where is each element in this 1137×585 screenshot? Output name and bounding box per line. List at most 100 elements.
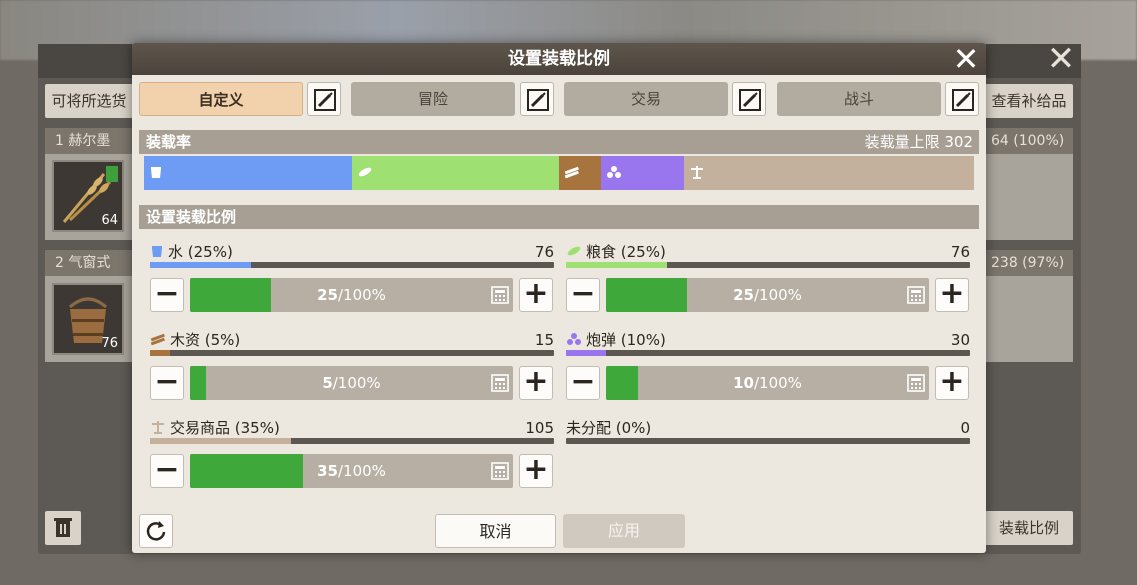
decrease-button-trade[interactable]: − [150, 454, 184, 488]
calculator-icon [907, 286, 925, 304]
calculator-button[interactable] [907, 286, 925, 308]
edit-icon [952, 89, 974, 111]
increase-button-wood[interactable]: + [519, 366, 553, 400]
bucket-icon [152, 246, 162, 257]
bucket-icon [150, 243, 164, 263]
resource-amount-trade: 105 [525, 419, 554, 437]
resource-bar-trade [150, 438, 554, 444]
background-slot-count: 64 [101, 213, 118, 228]
scale-icon [690, 166, 703, 179]
resource-label-food: 粮食 (25%) [566, 242, 866, 262]
resource-amount-wood: 15 [534, 331, 554, 349]
cannonball-icon [606, 166, 621, 178]
calculator-icon [491, 286, 509, 304]
ratio-section-header: 设置装载比例 [139, 205, 979, 229]
close-icon[interactable]: ✕ [950, 43, 982, 75]
ratio-stepper-trade[interactable]: 35/100% [190, 454, 513, 488]
resource-name: 木资 (5%) [170, 331, 241, 349]
resource-bar-fill [150, 350, 171, 356]
calculator-icon [907, 374, 925, 392]
load-rate-header: 装载率 装载量上限 302 [139, 130, 979, 154]
unallocated-bar [566, 438, 970, 444]
increase-button-water[interactable]: + [519, 278, 553, 312]
reset-button[interactable] [139, 514, 173, 548]
decrease-button-food[interactable]: − [566, 278, 600, 312]
resource-name: 水 (25%) [168, 243, 233, 261]
decrease-button-wood[interactable]: − [150, 366, 184, 400]
edit-icon [739, 89, 761, 111]
apply-button[interactable]: 应用 [563, 514, 685, 548]
background-view-supplies-button: 查看补给品 [985, 84, 1073, 118]
increase-button-trade[interactable]: + [519, 454, 553, 488]
calculator-button[interactable] [491, 286, 509, 308]
edit-adventure-button[interactable] [520, 82, 554, 116]
unallocated-label: 未分配 (0%) [566, 419, 652, 437]
background-close-icon: ✕ [1046, 39, 1076, 79]
stepper-value: 5/100% [322, 374, 381, 392]
background-trash-button [45, 511, 81, 545]
calculator-icon [491, 374, 509, 392]
ratio-stepper-food[interactable]: 25/100% [606, 278, 929, 312]
increase-button-cannonball[interactable]: + [935, 366, 969, 400]
background-wheat-slot: 64 [52, 160, 124, 232]
preset-custom-tab[interactable]: 自定义 [139, 82, 303, 116]
ratio-stepper-wood[interactable]: 5/100% [190, 366, 513, 400]
resource-bar-cannonball [566, 350, 970, 356]
background-row-1-value: 64 (100%) [985, 128, 1073, 154]
wood-icon [150, 333, 165, 346]
resource-bar-water [150, 262, 554, 268]
resource-bar-wood [150, 350, 554, 356]
resource-label-trade: 交易商品 (35%) [150, 418, 450, 438]
preset-combat-tab[interactable]: 战斗 [777, 82, 941, 116]
edit-combat-button[interactable] [945, 82, 979, 116]
calculator-button[interactable] [491, 462, 509, 484]
background-bucket-slot: 76 [52, 283, 124, 355]
increase-button-food[interactable]: + [935, 278, 969, 312]
preset-adventure-tab[interactable]: 冒险 [351, 82, 515, 116]
preset-trade-tab[interactable]: 交易 [564, 82, 728, 116]
load-segment-food [351, 156, 559, 190]
wood-icon [564, 166, 579, 179]
background-row-2-title: 2 气窗式 [45, 250, 135, 276]
load-segment-trade [683, 156, 974, 190]
decrease-button-cannonball[interactable]: − [566, 366, 600, 400]
bucket-icon [151, 167, 161, 178]
resource-name: 炮弹 (10%) [586, 331, 666, 349]
wood-icon [150, 331, 166, 351]
resource-bar-fill [566, 262, 667, 268]
resource-label-cannonball: 炮弹 (10%) [566, 330, 866, 350]
load-rate-bar [144, 156, 974, 190]
background-row-1-title: 1 赫尔墨 [45, 128, 135, 154]
calculator-button[interactable] [907, 374, 925, 396]
ratio-stepper-water[interactable]: 25/100% [190, 278, 513, 312]
reset-icon [146, 521, 166, 541]
decrease-button-water[interactable]: − [150, 278, 184, 312]
grain-icon [566, 243, 582, 263]
cancel-button[interactable]: 取消 [435, 514, 556, 548]
ratio-stepper-cannonball[interactable]: 10/100% [606, 366, 929, 400]
calculator-button[interactable] [491, 374, 509, 396]
background-row-1-body-right [985, 154, 1073, 240]
stepper-value: 25/100% [733, 286, 802, 304]
resource-bar-fill [566, 350, 607, 356]
edit-custom-button[interactable] [307, 82, 341, 116]
resource-amount-food: 76 [950, 243, 970, 261]
scale-icon [152, 421, 164, 434]
background-load-ratio-button: 装载比例 [985, 511, 1073, 545]
stepper-value: 10/100% [733, 374, 802, 392]
load-segment-water [144, 156, 352, 190]
background-slot-count: 76 [101, 336, 118, 351]
background-row-2-value: 238 (97%) [985, 250, 1073, 276]
load-segment-cannonball [600, 156, 684, 190]
resource-name: 粮食 (25%) [586, 243, 666, 261]
edit-icon [314, 89, 336, 111]
capacity-limit-label: 装载量上限 302 [864, 133, 973, 151]
edit-icon [527, 89, 549, 111]
resource-bar-fill [150, 262, 251, 268]
edit-trade-button[interactable] [732, 82, 766, 116]
resource-label-water: 水 (25%) [150, 242, 450, 262]
cannonball-icon [567, 333, 581, 345]
resource-label-wood: 木资 (5%) [150, 330, 450, 350]
trash-icon [54, 518, 72, 537]
calculator-icon [491, 462, 509, 480]
